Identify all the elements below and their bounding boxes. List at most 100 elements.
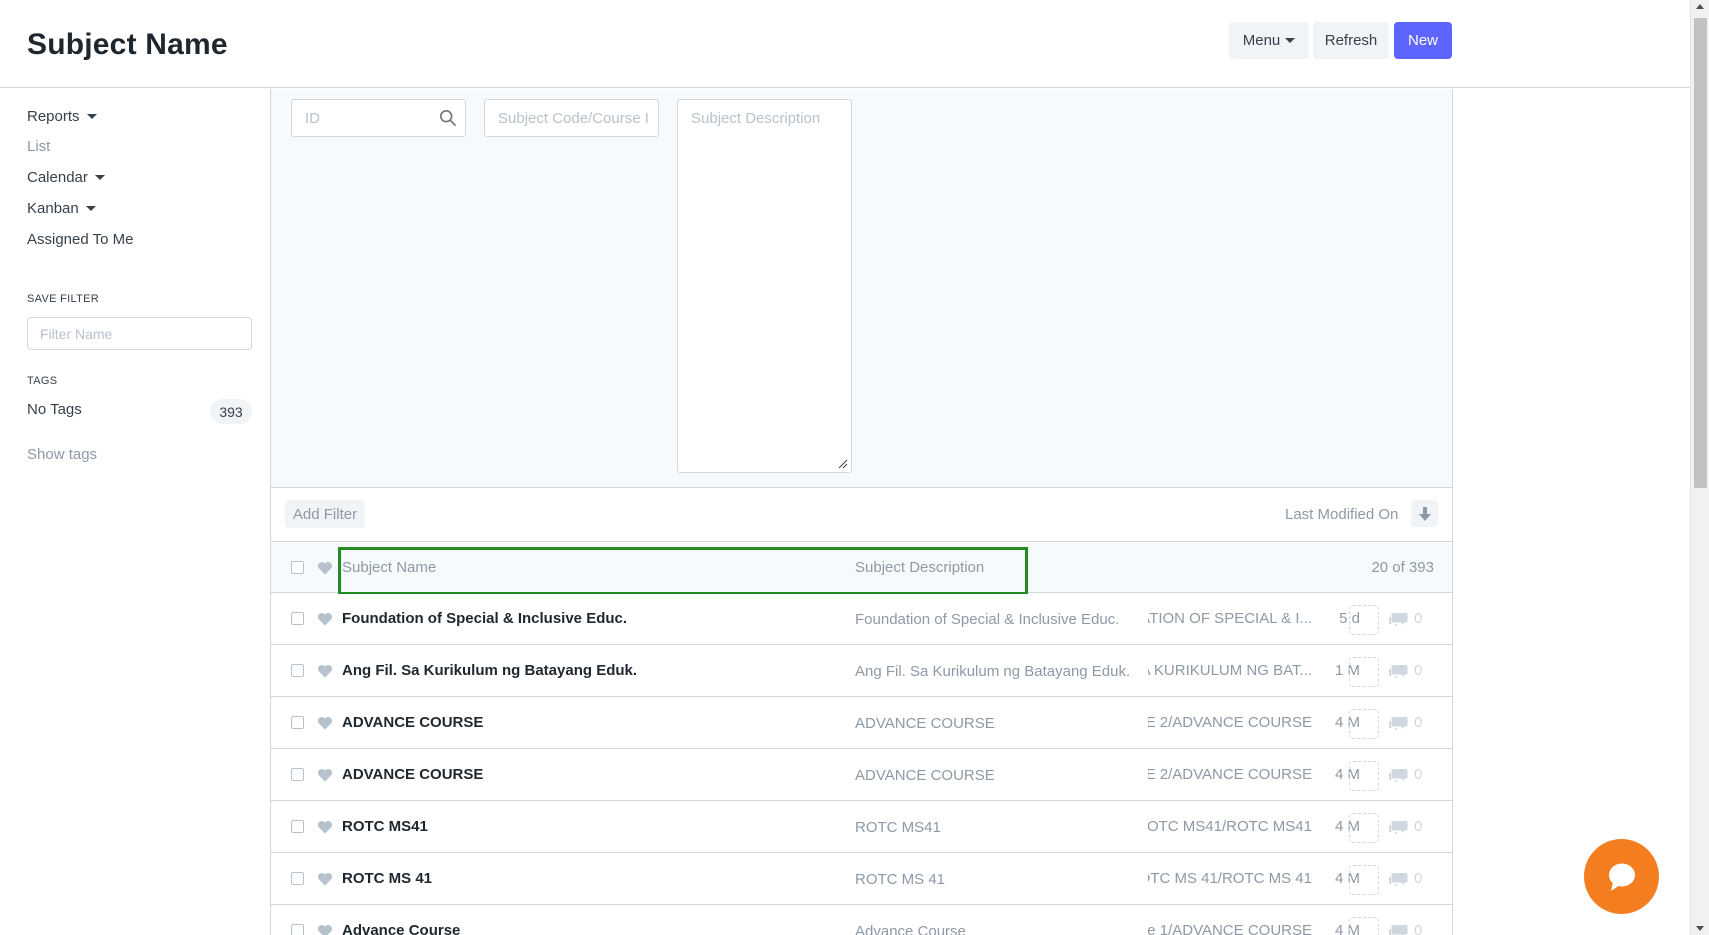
row-subject-description: ROTC MS 41 xyxy=(855,871,946,888)
avatar xyxy=(1349,917,1379,935)
sidebar-item-assigned-to-me[interactable]: Assigned To Me xyxy=(27,231,133,248)
sidebar-item-label: Kanban xyxy=(27,200,79,217)
sidebar-item-kanban[interactable]: Kanban xyxy=(27,200,96,217)
list-row[interactable]: ROTC MS 41 ROTC MS 41 ROTC MS 41/ROTC MS 4… xyxy=(271,854,1452,905)
resize-handle-icon[interactable] xyxy=(838,459,848,469)
heart-icon[interactable] xyxy=(317,924,333,935)
sidebar: Reports List Calendar Kanban Assigned To… xyxy=(0,89,271,935)
row-checkbox[interactable] xyxy=(291,924,304,935)
row-subject-code: ADVANCE COURSE 2/ADVANCE COURSE xyxy=(1148,766,1312,783)
search-icon xyxy=(439,109,457,127)
row-subject-code: FOUNDATION OF SPECIAL & I... xyxy=(1148,610,1312,627)
main-content: ID Subject Code/Course I Subject Descrip… xyxy=(271,89,1453,935)
list-row[interactable]: ADVANCE COURSE ADVANCE COURSE ADVANCE COUR… xyxy=(271,750,1452,801)
avatar xyxy=(1349,865,1379,895)
heart-icon[interactable] xyxy=(317,768,333,782)
row-subject-code-text: Advance Course 1/ADVANCE COURSE xyxy=(1148,922,1312,935)
list-row[interactable]: Foundation of Special & Inclusive Educ. F… xyxy=(271,594,1452,645)
row-subject-description: Ang Fil. Sa Kurikulum ng Batayang Eduk. xyxy=(855,663,1131,680)
row-subject-name[interactable]: ADVANCE COURSE xyxy=(342,714,483,731)
scroll-down-arrow-icon[interactable] xyxy=(1696,926,1704,931)
row-checkbox[interactable] xyxy=(291,872,304,885)
sort-by-selector[interactable]: Last Modified On xyxy=(1285,506,1398,523)
scrollbar-thumb[interactable] xyxy=(1694,18,1707,488)
chat-button[interactable] xyxy=(1584,839,1659,914)
row-comment-count: 0 xyxy=(1414,922,1423,935)
row-subject-name[interactable]: ROTC MS41 xyxy=(342,818,428,835)
row-comment-count: 0 xyxy=(1414,610,1423,627)
avatar xyxy=(1349,709,1379,739)
column-header-subject-description: Subject Description xyxy=(855,559,985,576)
row-subject-code: ANG FIL. SA KURIKULUM NG BAT... xyxy=(1148,662,1312,679)
select-all-checkbox[interactable] xyxy=(291,561,304,574)
row-checkbox[interactable] xyxy=(291,768,304,781)
menu-button[interactable]: Menu xyxy=(1229,22,1309,59)
result-count: 20 of 393 xyxy=(1371,559,1434,576)
heart-icon[interactable] xyxy=(317,612,333,626)
row-subject-name[interactable]: Foundation of Special & Inclusive Educ. xyxy=(342,610,627,627)
heart-icon[interactable] xyxy=(317,820,333,834)
heart-icon[interactable] xyxy=(317,716,333,730)
row-comment-count: 0 xyxy=(1414,870,1423,887)
comment-icon xyxy=(1389,821,1408,835)
save-filter-heading: SAVE FILTER xyxy=(27,293,99,305)
row-subject-code: ROTC MS 41/ROTC MS 41 xyxy=(1148,870,1312,887)
tag-count-badge: 393 xyxy=(210,399,252,424)
row-subject-name[interactable]: Advance Course xyxy=(342,922,460,935)
page-header: Subject Name Menu Refresh New xyxy=(0,0,1690,88)
new-button[interactable]: New xyxy=(1394,22,1452,59)
row-subject-description: ADVANCE COURSE xyxy=(855,715,995,732)
scroll-up-arrow-icon[interactable] xyxy=(1696,4,1704,9)
row-subject-description: Foundation of Special & Inclusive Educ. xyxy=(855,611,1120,628)
list-row[interactable]: ROTC MS41 ROTC MS41 ROTC MS41/ROTC MS41 4 M… xyxy=(271,802,1452,853)
row-checkbox[interactable] xyxy=(291,664,304,677)
row-subject-code-text: ANG FIL. SA KURIKULUM NG BAT... xyxy=(1148,662,1312,679)
caret-down-icon xyxy=(86,114,97,119)
row-comment-count: 0 xyxy=(1414,662,1423,679)
page-scrollbar[interactable] xyxy=(1690,0,1709,935)
page: Subject Name Menu Refresh New Reports Li… xyxy=(0,0,1709,935)
row-subject-name[interactable]: ADVANCE COURSE xyxy=(342,766,483,783)
row-subject-name[interactable]: Ang Fil. Sa Kurikulum ng Batayang Eduk. xyxy=(342,662,637,679)
list-row[interactable]: ADVANCE COURSE ADVANCE COURSE ADVANCE COUR… xyxy=(271,698,1452,749)
row-subject-description: ROTC MS41 xyxy=(855,819,941,836)
row-subject-description: Advance Course xyxy=(855,923,966,935)
row-subject-code-text: ADVANCE COURSE 2/ADVANCE COURSE xyxy=(1148,714,1312,731)
subject-code-filter-input[interactable]: Subject Code/Course I xyxy=(484,99,659,137)
row-checkbox[interactable] xyxy=(291,716,304,729)
row-subject-code-text: FOUNDATION OF SPECIAL & I... xyxy=(1148,610,1312,627)
avatar xyxy=(1349,605,1379,635)
standard-filter-area: ID Subject Code/Course I Subject Descrip… xyxy=(271,89,1452,488)
row-comment-count: 0 xyxy=(1414,766,1423,783)
add-filter-button[interactable]: Add Filter xyxy=(285,500,365,528)
caret-down-icon xyxy=(1285,38,1296,43)
id-filter-input[interactable]: ID xyxy=(291,99,466,137)
sort-order-button[interactable] xyxy=(1411,500,1438,527)
comment-icon xyxy=(1389,769,1408,783)
sidebar-item-reports[interactable]: Reports xyxy=(27,108,97,125)
sidebar-item-calendar[interactable]: Calendar xyxy=(27,169,105,186)
row-comment-count: 0 xyxy=(1414,714,1423,731)
tags-heading: TAGS xyxy=(27,375,58,387)
row-subject-code-text: ROTC MS41/ROTC MS41 xyxy=(1148,818,1312,835)
heart-icon[interactable] xyxy=(317,664,333,678)
menu-button-label: Menu xyxy=(1242,32,1281,49)
comment-icon xyxy=(1389,873,1408,887)
row-checkbox[interactable] xyxy=(291,612,304,625)
heart-icon[interactable] xyxy=(317,561,333,575)
list-row[interactable]: Advance Course Advance Course Advance Cour… xyxy=(271,906,1452,935)
row-subject-name[interactable]: ROTC MS 41 xyxy=(342,870,432,887)
subject-description-filter-input[interactable]: Subject Description xyxy=(677,99,852,473)
avatar xyxy=(1349,761,1379,791)
row-checkbox[interactable] xyxy=(291,820,304,833)
list-toolbar: Add Filter Last Modified On xyxy=(271,489,1452,542)
show-tags-link[interactable]: Show tags xyxy=(27,446,97,463)
filter-name-input[interactable]: Filter Name xyxy=(27,317,252,350)
list-row[interactable]: Ang Fil. Sa Kurikulum ng Batayang Eduk. A… xyxy=(271,646,1452,697)
row-subject-code: Advance Course 1/ADVANCE COURSE xyxy=(1148,922,1312,935)
heart-icon[interactable] xyxy=(317,872,333,886)
sidebar-item-list[interactable]: List xyxy=(27,138,50,155)
arrow-down-icon xyxy=(1418,506,1431,521)
tag-no-tags[interactable]: No Tags xyxy=(27,401,82,418)
refresh-button[interactable]: Refresh xyxy=(1313,22,1389,59)
